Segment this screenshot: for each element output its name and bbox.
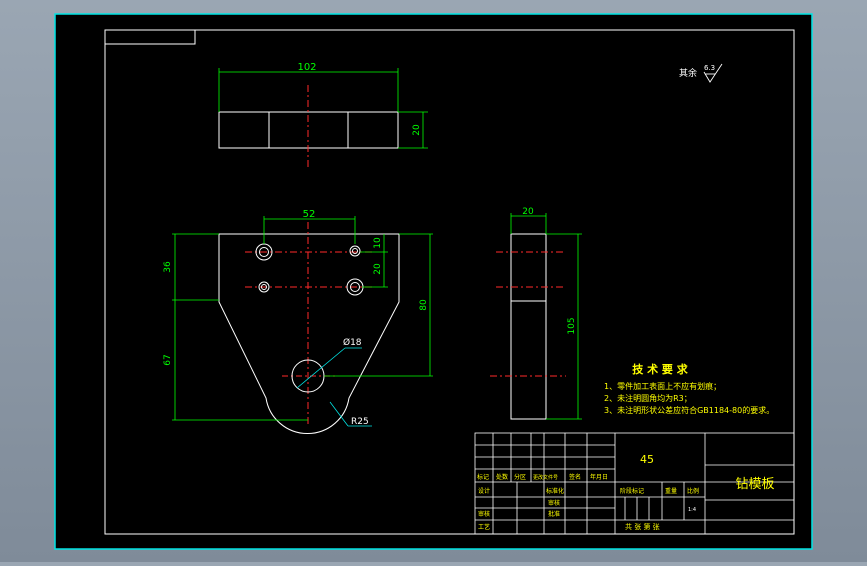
tb-mid-label: 审核 (548, 499, 560, 507)
tb-part-name: 钻模板 (735, 477, 774, 492)
dim-20-text: 20 (412, 124, 422, 136)
dia-18-text: Ø18 (343, 337, 362, 348)
side-dim-20-text: 20 (522, 207, 534, 217)
dim-102-text: 102 (297, 62, 316, 73)
dim-67-text: 67 (163, 354, 173, 365)
tb-left-label: 设计 (478, 487, 490, 495)
side-dim-105-text: 105 (567, 317, 577, 334)
tb-header-cell: 年月日 (590, 473, 608, 481)
tech-req-title: 技 术 要 求 (632, 362, 688, 376)
cad-viewport[interactable]: 102 20 其余 6.3 52 10 20 36 67 80 Ø18 R25 … (0, 0, 867, 562)
tb-header-cell: 标记 (477, 473, 489, 481)
radius-25-text: R25 (351, 417, 369, 427)
tb-stage-label: 重量 (665, 487, 677, 495)
surface-finish-value: 6.3 (704, 64, 715, 72)
drawing-sheet (54, 13, 813, 550)
tb-header-cell: 更改文件号 (533, 474, 558, 481)
tb-mid-label: 批准 (548, 510, 560, 518)
drawing-canvas: 102 20 其余 6.3 52 10 20 36 67 80 Ø18 R25 … (54, 13, 813, 550)
tb-left-label: 工艺 (478, 523, 490, 531)
dim-36-text: 36 (163, 261, 173, 273)
tb-stage-label: 比例 (687, 487, 699, 495)
dim-80-text: 80 (419, 299, 429, 311)
tb-sheet: 共 张 第 张 (625, 522, 660, 531)
dim-10-text: 10 (373, 237, 383, 249)
tb-header-cell: 处数 (496, 473, 508, 481)
tech-req-item: 1、零件加工表面上不应有划痕； (604, 381, 721, 391)
dim-20b-text: 20 (373, 263, 383, 275)
dim-52-text: 52 (303, 209, 316, 220)
tb-mid-label: 标准化 (546, 487, 564, 495)
tb-header-cell: 签名 (569, 473, 581, 481)
tb-scale: 1:4 (688, 507, 696, 513)
tech-req-item: 3、未注明形状公差应符合GB1184-80的要求。 (604, 405, 774, 415)
surface-finish-label: 其余 (679, 67, 697, 79)
tech-req-item: 2、未注明圆角均为R3； (604, 393, 692, 403)
tb-header-cell: 分区 (514, 473, 526, 481)
tb-stage-label: 阶段标记 (620, 487, 644, 495)
tb-left-label: 审核 (478, 510, 490, 518)
tb-material: 45 (640, 453, 654, 466)
